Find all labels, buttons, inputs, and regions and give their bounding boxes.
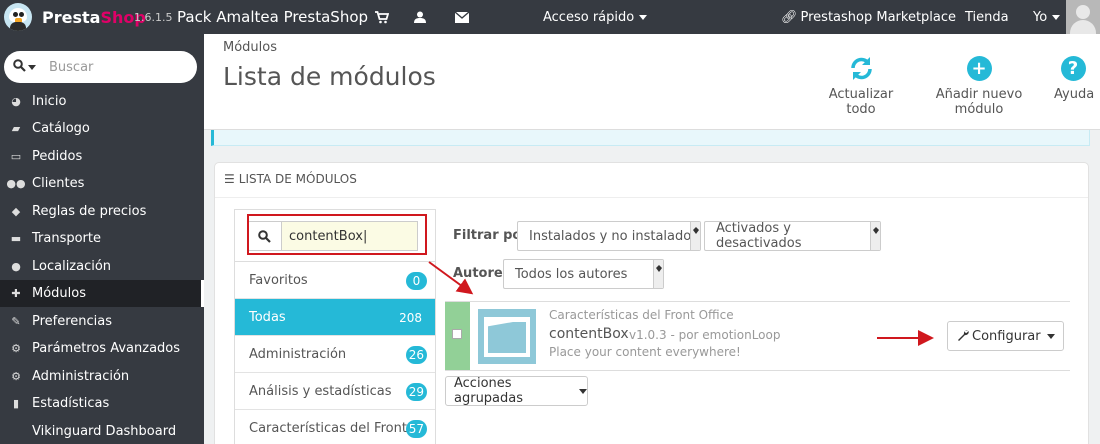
- select-arrow-icon: [690, 222, 700, 250]
- cart-icon[interactable]: [375, 0, 389, 34]
- bar-chart-icon: ▮: [12, 397, 20, 410]
- cog-icon: ⚙: [11, 370, 21, 383]
- sidebar-search[interactable]: Buscar: [4, 51, 197, 83]
- sidebar-item-preferencias[interactable]: ✎ Preferencias: [0, 308, 204, 335]
- highlight-frame: [247, 214, 427, 255]
- add-module-button[interactable]: + Añadir nuevo módulo: [917, 56, 1041, 117]
- credit-card-icon: ▭: [10, 150, 22, 163]
- users-icon: ●●: [6, 177, 26, 190]
- search-icon[interactable]: [13, 58, 26, 76]
- category-todas[interactable]: Todas 208: [235, 299, 435, 336]
- configure-button[interactable]: Configurar: [947, 321, 1064, 351]
- plus-circle-icon: +: [966, 56, 992, 81]
- link-icon: 🔗︎: [781, 9, 798, 25]
- category-administracion[interactable]: Administración 26: [235, 336, 435, 373]
- top-bar: Presta Shop 1.6.1.5 Pack Amaltea PrestaSh…: [0, 0, 1100, 34]
- envelope-icon[interactable]: [455, 0, 469, 34]
- category-front-office[interactable]: Características del Front... 57: [235, 410, 435, 444]
- book-icon: ▰: [11, 122, 21, 135]
- avatar[interactable]: [1066, 0, 1100, 34]
- page-header: Módulos Lista de módulos Actualizar todo…: [204, 34, 1100, 130]
- module-logo: [478, 309, 536, 364]
- count-badge: 29: [405, 383, 427, 401]
- bulk-actions-button[interactable]: Acciones agrupadas: [445, 376, 588, 406]
- sidebar: Buscar ◕ Inicio ▰ Catálogo ▭ Pedidos ●● Clie…: [0, 34, 204, 444]
- category-analisis[interactable]: Análisis y estadísticas 29: [235, 373, 435, 410]
- panel-title: LISTA DE MÓDULOS: [238, 172, 357, 186]
- help-button[interactable]: ? Ayuda: [1054, 56, 1094, 102]
- globe-icon: ●: [11, 260, 21, 273]
- store-link[interactable]: Tienda: [965, 0, 1009, 34]
- truck-icon: ▬: [10, 232, 22, 245]
- sidebar-item-localizacion[interactable]: ● Localización: [0, 253, 204, 280]
- list-icon: ☰: [224, 172, 235, 186]
- tags-icon: ◆: [11, 205, 21, 218]
- refresh-icon: [849, 56, 874, 81]
- module-version: v1.0.3 - por emotionLoop: [629, 328, 781, 342]
- count-badge: 0: [406, 272, 427, 290]
- sidebar-item-administracion[interactable]: ⚙ Administración: [0, 363, 204, 390]
- sidebar-item-reglas[interactable]: ◆ Reglas de precios: [0, 198, 204, 225]
- sidebar-item-vikinguard[interactable]: Vikinguard Dashboard: [0, 418, 204, 444]
- select-arrow-icon: [870, 222, 880, 250]
- category-favoritos[interactable]: Favoritos 0: [235, 262, 435, 299]
- chevron-down-icon: [579, 388, 587, 394]
- sidebar-item-estadisticas[interactable]: ▮ Estadísticas: [0, 390, 204, 417]
- version-label: 1.6.1.5: [134, 10, 173, 24]
- active-filter-select[interactable]: Activados y desactivados: [704, 221, 881, 251]
- chevron-down-icon[interactable]: [1047, 334, 1055, 339]
- authors-select[interactable]: Todos los autores: [503, 259, 664, 289]
- user-icon[interactable]: [414, 0, 426, 34]
- module-name: contentBox: [549, 326, 629, 342]
- count-badge: 26: [405, 346, 427, 364]
- user-menu[interactable]: Yo: [1033, 0, 1061, 34]
- sidebar-item-inicio[interactable]: ◕ Inicio: [0, 88, 204, 115]
- count-badge: 208: [399, 311, 422, 325]
- sidebar-item-modulos[interactable]: ✚ Módulos: [0, 280, 204, 307]
- question-circle-icon: ?: [1060, 56, 1086, 81]
- module-description: Place your content everywhere!: [549, 345, 741, 359]
- marketplace-link[interactable]: 🔗︎ Prestashop Marketplace: [781, 0, 956, 34]
- brand-name[interactable]: Presta Shop: [42, 0, 146, 34]
- sidebar-item-pedidos[interactable]: ▭ Pedidos: [0, 143, 204, 170]
- install-filter-select[interactable]: Instalados y no instalados: [517, 221, 701, 251]
- module-checkbox[interactable]: [452, 329, 462, 339]
- module-category: Características del Front Office: [549, 308, 734, 322]
- info-alert: [211, 130, 1090, 146]
- search-input[interactable]: Buscar: [49, 60, 93, 75]
- sidebar-item-clientes[interactable]: ●● Clientes: [0, 170, 204, 197]
- chevron-down-icon: [1052, 14, 1061, 20]
- wrench-icon: ✎: [11, 315, 21, 328]
- wrench-icon: [957, 329, 969, 344]
- quick-access-menu[interactable]: Acceso rápido: [543, 0, 648, 34]
- dashboard-icon: ◕: [11, 95, 21, 108]
- page-title: Lista de módulos: [223, 62, 436, 91]
- chevron-down-icon: [639, 14, 648, 20]
- chevron-down-icon[interactable]: [28, 64, 36, 70]
- puzzle-icon: ✚: [11, 287, 21, 300]
- prestashop-logo[interactable]: [4, 3, 32, 31]
- sidebar-item-parametros[interactable]: ⚙ Parámetros Avanzados: [0, 335, 204, 362]
- breadcrumb[interactable]: Módulos: [223, 40, 277, 55]
- shop-name[interactable]: Pack Amaltea PrestaShop: [177, 0, 368, 34]
- count-badge: 57: [405, 420, 427, 438]
- select-arrow-icon: [653, 260, 663, 288]
- sidebar-item-catalogo[interactable]: ▰ Catálogo: [0, 115, 204, 142]
- sidebar-item-transporte[interactable]: ▬ Transporte: [0, 225, 204, 252]
- refresh-all-button[interactable]: Actualizar todo: [816, 56, 906, 117]
- cogs-icon: ⚙: [11, 342, 21, 355]
- authors-label: Autores: [453, 266, 511, 281]
